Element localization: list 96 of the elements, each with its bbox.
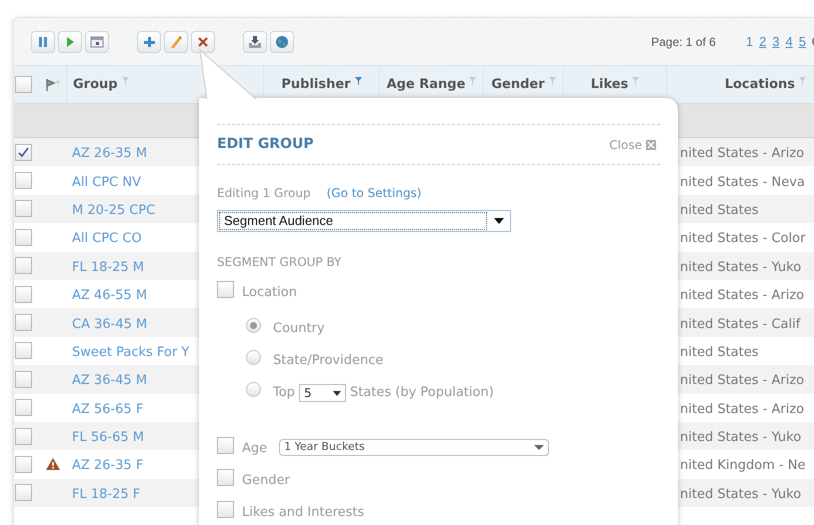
toolbar-button[interactable] — [137, 30, 161, 52]
checkbox[interactable] — [217, 468, 234, 486]
table-cell: nited States - Yuko — [680, 430, 802, 446]
checkbox[interactable] — [15, 200, 32, 218]
table-cell: nited States — [680, 344, 759, 360]
option-label: Age — [242, 440, 268, 458]
editing-label: Editing 1 Group — [217, 185, 311, 202]
group-link[interactable]: AZ 26-35 M — [72, 146, 148, 162]
checkbox[interactable] — [217, 280, 234, 298]
page-link[interactable]: 3 — [772, 32, 780, 52]
filter-icon[interactable] — [548, 76, 556, 84]
table-cell: nited States - Arizo — [680, 146, 804, 162]
checkbox[interactable] — [15, 428, 32, 445]
checkbox[interactable] — [217, 500, 234, 518]
checkbox[interactable] — [15, 172, 32, 190]
toolbar-button[interactable] — [191, 30, 215, 52]
checkbox[interactable] — [15, 342, 32, 360]
table-cell: nited States — [680, 202, 759, 218]
checkbox[interactable] — [217, 436, 234, 454]
group-link[interactable]: M 20-25 CPC — [72, 202, 156, 218]
column-header[interactable]: Group — [73, 74, 118, 94]
toolbar-button[interactable] — [31, 30, 55, 52]
count-select[interactable]: 5 — [298, 384, 346, 402]
group-link[interactable]: Sweet Packs For Y — [72, 344, 190, 360]
section-label: SEGMENT GROUP BY — [217, 254, 342, 271]
page-link[interactable]: 5 — [798, 32, 806, 52]
page-link[interactable]: 1 — [746, 32, 754, 52]
caret-icon — [332, 390, 341, 396]
caret-icon — [494, 218, 504, 224]
column-header[interactable]: Locations — [724, 74, 795, 94]
column-header[interactable]: Age Range — [386, 74, 466, 94]
checkbox[interactable] — [15, 370, 32, 388]
age-select[interactable]: 1 Year Buckets — [279, 438, 550, 456]
filter-icon[interactable] — [799, 76, 806, 84]
settings-link[interactable]: (Go to Settings) — [326, 184, 422, 202]
column-header[interactable]: Likes — [590, 74, 628, 94]
table-cell: nited States - Yuko — [680, 486, 802, 502]
filter-icon[interactable] — [122, 76, 129, 84]
flag-icon[interactable] — [46, 78, 60, 90]
table-cell: nited States - Neva — [680, 174, 805, 190]
group-link[interactable]: AZ 36-45 M — [72, 373, 148, 388]
tray-icon — [247, 34, 263, 50]
column-header[interactable]: Gender — [491, 74, 545, 94]
globe-icon — [274, 34, 290, 50]
option-label: Location — [242, 284, 297, 302]
page-link[interactable]: 4 — [786, 32, 793, 52]
page-link[interactable]: 2 — [759, 32, 766, 52]
toolbar-button[interactable] — [270, 30, 294, 52]
table-cell: nited States - Arizo — [680, 402, 804, 417]
radio-label: Country — [273, 320, 325, 338]
radio-button[interactable] — [246, 350, 261, 364]
table-cell: nited States - Calif — [680, 316, 800, 332]
toolbar-button[interactable] — [85, 30, 109, 52]
radio-label: States (by Population) — [350, 384, 494, 402]
caret-icon — [534, 444, 544, 450]
radio-button[interactable] — [246, 318, 261, 332]
checkbox[interactable] — [15, 399, 32, 416]
table-cell: nited States - Color — [680, 231, 806, 246]
group-link[interactable]: All CPC NV — [72, 174, 141, 190]
option-label: Likes and Interests — [242, 504, 364, 522]
group-link[interactable]: AZ 26-35 F — [72, 458, 144, 474]
group-link[interactable]: FL 56-65 M — [72, 430, 144, 446]
option-label: Gender — [242, 472, 290, 490]
filter-icon[interactable] — [469, 76, 476, 84]
checkbox[interactable] — [15, 76, 32, 93]
checkbox[interactable] — [15, 314, 32, 332]
checkbox[interactable] — [15, 228, 32, 246]
toolbar-button[interactable] — [243, 30, 267, 52]
table-cell: nited States - Arizo — [680, 288, 804, 304]
radio-label: Top — [273, 384, 295, 402]
close-button[interactable]: Close — [609, 136, 656, 154]
filter-icon[interactable] — [354, 76, 362, 84]
page-indicator: Page: 1 of 6 — [651, 34, 716, 50]
table-cell: nited Kingdom - Ne — [680, 458, 806, 474]
close-icon — [646, 140, 656, 150]
radio-button[interactable] — [246, 382, 261, 396]
calendar-icon — [89, 34, 105, 50]
action-select[interactable]: Segment Audience — [217, 210, 511, 232]
checkbox[interactable] — [15, 286, 32, 303]
dialog-title: EDIT GROUP — [217, 135, 314, 154]
pencil-icon — [168, 34, 184, 50]
group-link[interactable]: FL 18-25 M — [72, 260, 144, 275]
checkbox[interactable] — [15, 144, 32, 161]
checkbox[interactable] — [15, 257, 32, 274]
filter-icon[interactable] — [632, 76, 640, 84]
radio-label: State/Providence — [273, 352, 384, 370]
column-header[interactable]: Publisher — [281, 74, 351, 94]
group-link[interactable]: AZ 46-55 M — [72, 288, 148, 304]
table-cell: nited States - Yuko — [680, 260, 802, 275]
group-link[interactable]: All CPC CO — [72, 231, 142, 246]
group-link[interactable]: FL 18-25 F — [72, 486, 140, 502]
group-link[interactable]: AZ 56-65 F — [72, 402, 144, 417]
group-link[interactable]: CA 36-45 M — [72, 316, 148, 332]
table-cell: nited States - Arizo — [680, 373, 804, 388]
checkbox[interactable] — [15, 484, 32, 502]
checkbox[interactable] — [15, 456, 32, 473]
